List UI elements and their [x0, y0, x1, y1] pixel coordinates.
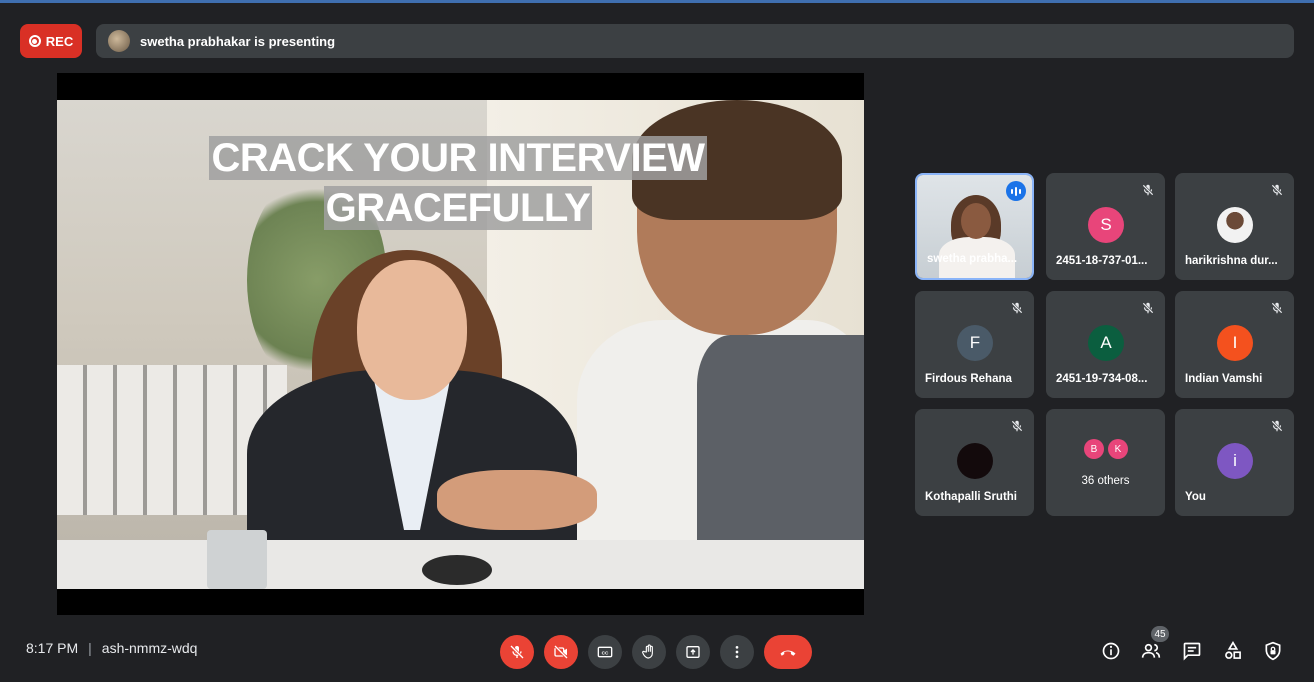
- chat-icon: [1183, 642, 1201, 661]
- current-time: 8:17 PM: [26, 640, 79, 656]
- mic-off-icon: [1271, 420, 1283, 432]
- participant-name: Indian Vamshi: [1185, 373, 1263, 385]
- slide-title: CRACK YOUR INTERVIEW GRACEFULLY: [193, 133, 723, 233]
- slide-handshake: [437, 470, 597, 530]
- present-screen-icon: [686, 646, 700, 658]
- camera-off-icon: [554, 645, 568, 659]
- mic-off-icon: [1271, 302, 1283, 314]
- present-screen-button[interactable]: [676, 635, 710, 669]
- svg-text:CC: CC: [602, 650, 609, 655]
- meeting-info: 8:17 PM | ash-nmmz-wdq: [26, 640, 197, 656]
- others-count-label: 36 others: [1081, 475, 1130, 487]
- mic-off-icon: [1142, 302, 1154, 314]
- slide-title-line1: CRACK YOUR INTERVIEW: [209, 136, 707, 180]
- rec-label: REC: [45, 33, 74, 49]
- participant-tile-harikrishna[interactable]: harikrishna dur...: [1175, 173, 1294, 280]
- participant-tile-swetha[interactable]: swetha prabha...: [915, 173, 1034, 280]
- raise-hand-button[interactable]: [632, 635, 666, 669]
- activities-icon: [1225, 641, 1241, 659]
- slide-woman-face: [357, 260, 467, 400]
- speaking-indicator-icon: [1006, 181, 1026, 201]
- host-controls-button[interactable]: [1262, 640, 1284, 662]
- participant-tile-kothapalli[interactable]: Kothapalli Sruthi: [915, 409, 1034, 516]
- participant-name: 2451-18-737-01...: [1056, 255, 1148, 267]
- slide-pen-cup: [207, 530, 267, 589]
- chat-button[interactable]: [1181, 640, 1203, 662]
- hand-icon: [642, 644, 653, 659]
- recording-indicator[interactable]: REC: [20, 24, 82, 58]
- participant-tile-indian-vamshi[interactable]: I Indian Vamshi: [1175, 291, 1294, 398]
- captions-icon: CC: [597, 646, 613, 658]
- presenting-banner[interactable]: swetha prabhakar is presenting: [96, 24, 1294, 58]
- mic-off-icon: [510, 645, 524, 659]
- participant-avatar: A: [1088, 325, 1124, 361]
- participant-name: 2451-19-734-08...: [1056, 373, 1148, 385]
- more-vert-icon: [735, 646, 739, 658]
- presenter-avatar: [108, 30, 130, 52]
- participant-avatar: i: [1217, 443, 1253, 479]
- mic-off-icon: [1011, 302, 1023, 314]
- participant-count-badge: 45: [1151, 626, 1169, 642]
- participant-name: You: [1185, 491, 1206, 503]
- participant-avatar: I: [1217, 325, 1253, 361]
- meeting-code: ash-nmmz-wdq: [101, 640, 198, 656]
- shield-lock-icon: [1265, 641, 1281, 661]
- top-accent-line: [0, 0, 1314, 3]
- leave-call-button[interactable]: [764, 635, 812, 669]
- others-avatar: K: [1108, 439, 1128, 459]
- participant-avatar: F: [957, 325, 993, 361]
- participant-name: Kothapalli Sruthi: [925, 491, 1017, 503]
- microphone-toggle-button[interactable]: [500, 635, 534, 669]
- record-icon: [28, 35, 41, 47]
- others-avatar: B: [1084, 439, 1104, 459]
- shared-slide: CRACK YOUR INTERVIEW GRACEFULLY: [57, 100, 864, 589]
- others-avatar-group: B K: [1084, 439, 1128, 459]
- camera-toggle-button[interactable]: [544, 635, 578, 669]
- participant-photo-avatar: [957, 443, 993, 479]
- participant-tile-others[interactable]: B K 36 others: [1046, 409, 1165, 516]
- hang-up-icon: [780, 650, 796, 656]
- participant-name: swetha prabha...: [927, 253, 1018, 265]
- mic-off-icon: [1011, 420, 1023, 432]
- participant-tile-2451-19[interactable]: A 2451-19-734-08...: [1046, 291, 1165, 398]
- mic-off-icon: [1142, 184, 1154, 196]
- people-button[interactable]: [1140, 640, 1162, 662]
- participant-video-face: [961, 203, 991, 239]
- participant-tile-you[interactable]: i You: [1175, 409, 1294, 516]
- participant-tile-2451-18[interactable]: S 2451-18-737-01...: [1046, 173, 1165, 280]
- slide-title-line2: GRACEFULLY: [323, 186, 593, 230]
- participant-photo-avatar: [1217, 207, 1253, 243]
- slide-mouse: [422, 555, 492, 585]
- info-icon: [1102, 642, 1120, 660]
- more-options-button[interactable]: [720, 635, 754, 669]
- participant-name: Firdous Rehana: [925, 373, 1012, 385]
- meeting-details-button[interactable]: [1100, 640, 1122, 662]
- participant-avatar: S: [1088, 207, 1124, 243]
- info-separator: |: [88, 640, 92, 656]
- presentation-stage[interactable]: CRACK YOUR INTERVIEW GRACEFULLY: [57, 73, 864, 615]
- presenting-text: swetha prabhakar is presenting: [140, 33, 336, 49]
- participant-name: harikrishna dur...: [1185, 255, 1278, 267]
- people-icon: [1141, 643, 1161, 658]
- mic-off-icon: [1271, 184, 1283, 196]
- captions-button[interactable]: CC: [588, 635, 622, 669]
- participant-tile-firdous[interactable]: F Firdous Rehana: [915, 291, 1034, 398]
- activities-button[interactable]: [1222, 640, 1244, 662]
